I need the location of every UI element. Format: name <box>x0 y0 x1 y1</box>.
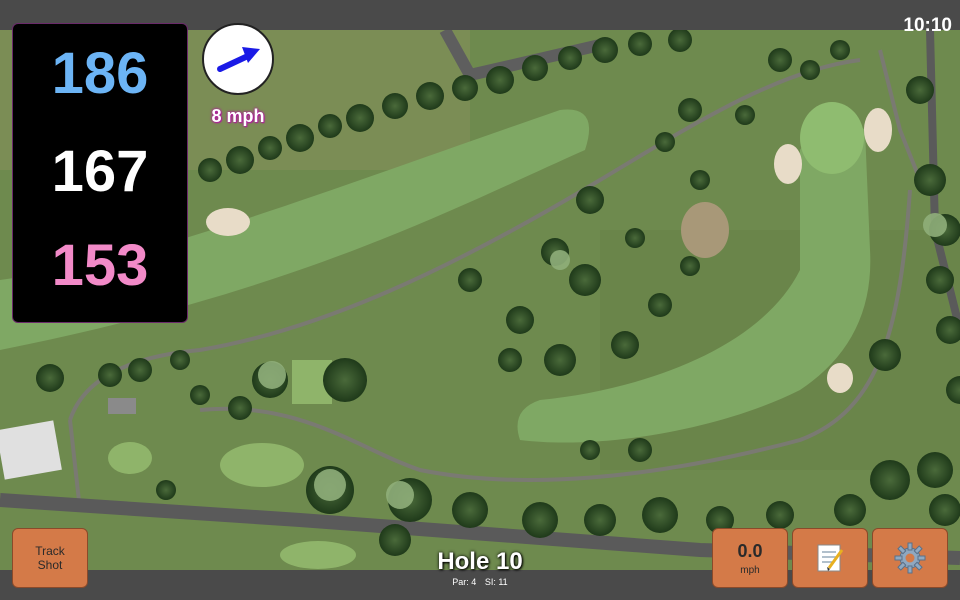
wind-speed: 8 mph <box>211 106 265 126</box>
hole-par: Par: 4 <box>452 577 477 587</box>
track-shot-label-line2: Shot <box>37 558 63 572</box>
hole-title: Hole 10 <box>437 548 523 575</box>
clock: 10:10 <box>903 15 952 36</box>
distance-panel: 186 167 153 <box>12 23 188 323</box>
speed-unit: mph <box>740 564 760 576</box>
middle-distance: 167 <box>51 139 149 204</box>
hole-stroke-index: SI: 11 <box>484 577 508 587</box>
wind-indicator <box>202 23 274 95</box>
settings-button[interactable] <box>872 528 948 588</box>
back-distance: 186 <box>51 41 149 106</box>
front-distance: 153 <box>51 233 149 298</box>
speed-value: 0.0 <box>737 540 763 561</box>
speed-button[interactable]: 0.0 mph <box>712 528 788 588</box>
track-shot-button[interactable]: Track Shot <box>12 528 88 588</box>
track-shot-label-line1: Track <box>35 544 65 558</box>
wind-arrow-icon <box>217 47 260 72</box>
gear-icon <box>894 542 926 574</box>
hole-info: Par: 4 SI: 11 <box>380 577 580 587</box>
notepad-icon <box>817 544 844 572</box>
notes-button[interactable] <box>792 528 868 588</box>
